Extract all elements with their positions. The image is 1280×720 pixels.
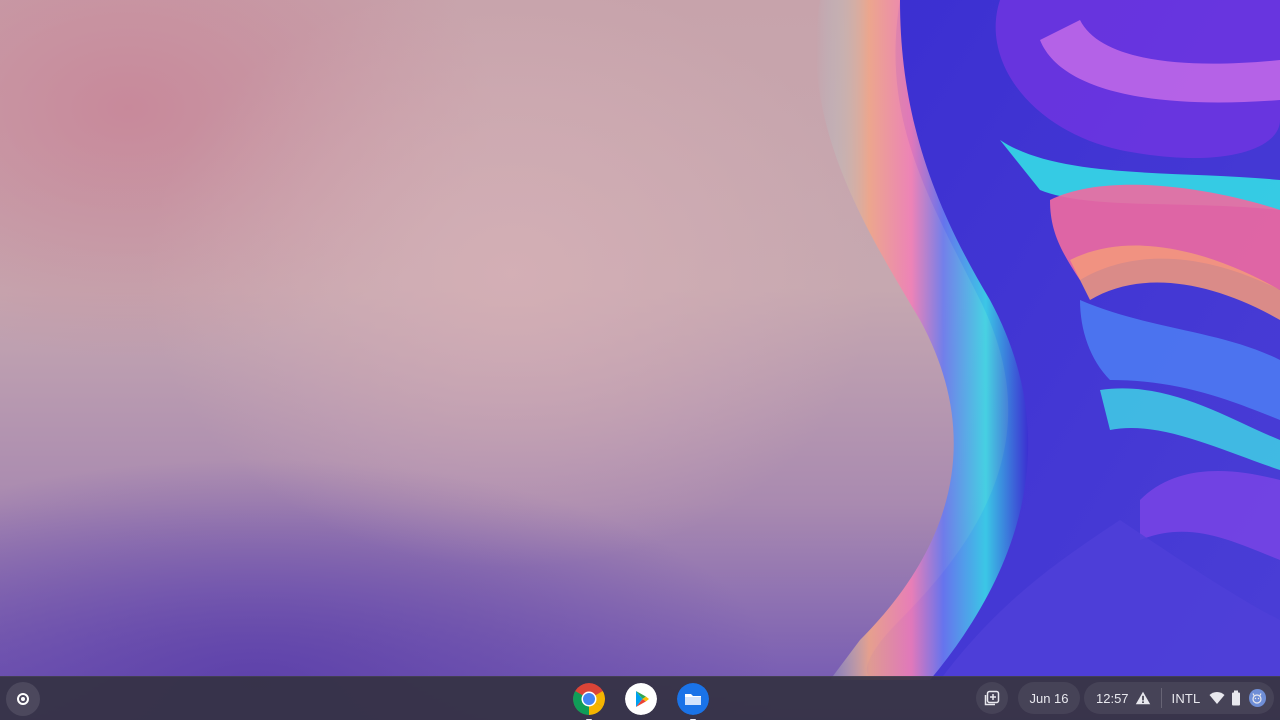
launcher-button[interactable] — [6, 682, 40, 716]
shelf: Jun 16 12:57 INTL — [0, 676, 1280, 720]
date-tray-button[interactable]: Jun 16 — [1018, 682, 1080, 714]
desktop[interactable]: Jun 16 12:57 INTL — [0, 0, 1280, 720]
shelf-app-play-store[interactable] — [624, 682, 658, 716]
date-label: Jun 16 — [1029, 690, 1069, 706]
play-store-icon — [625, 683, 657, 715]
holding-space-button[interactable] — [976, 682, 1008, 714]
avatar-icon — [1248, 689, 1266, 707]
shelf-app-files[interactable] — [676, 682, 710, 720]
ime-indicator: INTL — [1171, 690, 1201, 706]
files-icon — [677, 683, 709, 715]
status-area-button[interactable]: 12:57 INTL — [1084, 682, 1274, 714]
battery-icon — [1231, 690, 1241, 706]
holding-space-icon — [984, 690, 1000, 706]
wallpaper — [816, 0, 1280, 680]
wifi-icon — [1209, 691, 1225, 705]
chrome-icon — [573, 683, 605, 715]
launcher-icon — [17, 693, 29, 705]
clock-time: 12:57 — [1096, 690, 1129, 706]
warning-icon — [1135, 691, 1151, 705]
tray-separator — [1160, 688, 1162, 708]
shelf-app-chrome[interactable] — [572, 682, 606, 720]
